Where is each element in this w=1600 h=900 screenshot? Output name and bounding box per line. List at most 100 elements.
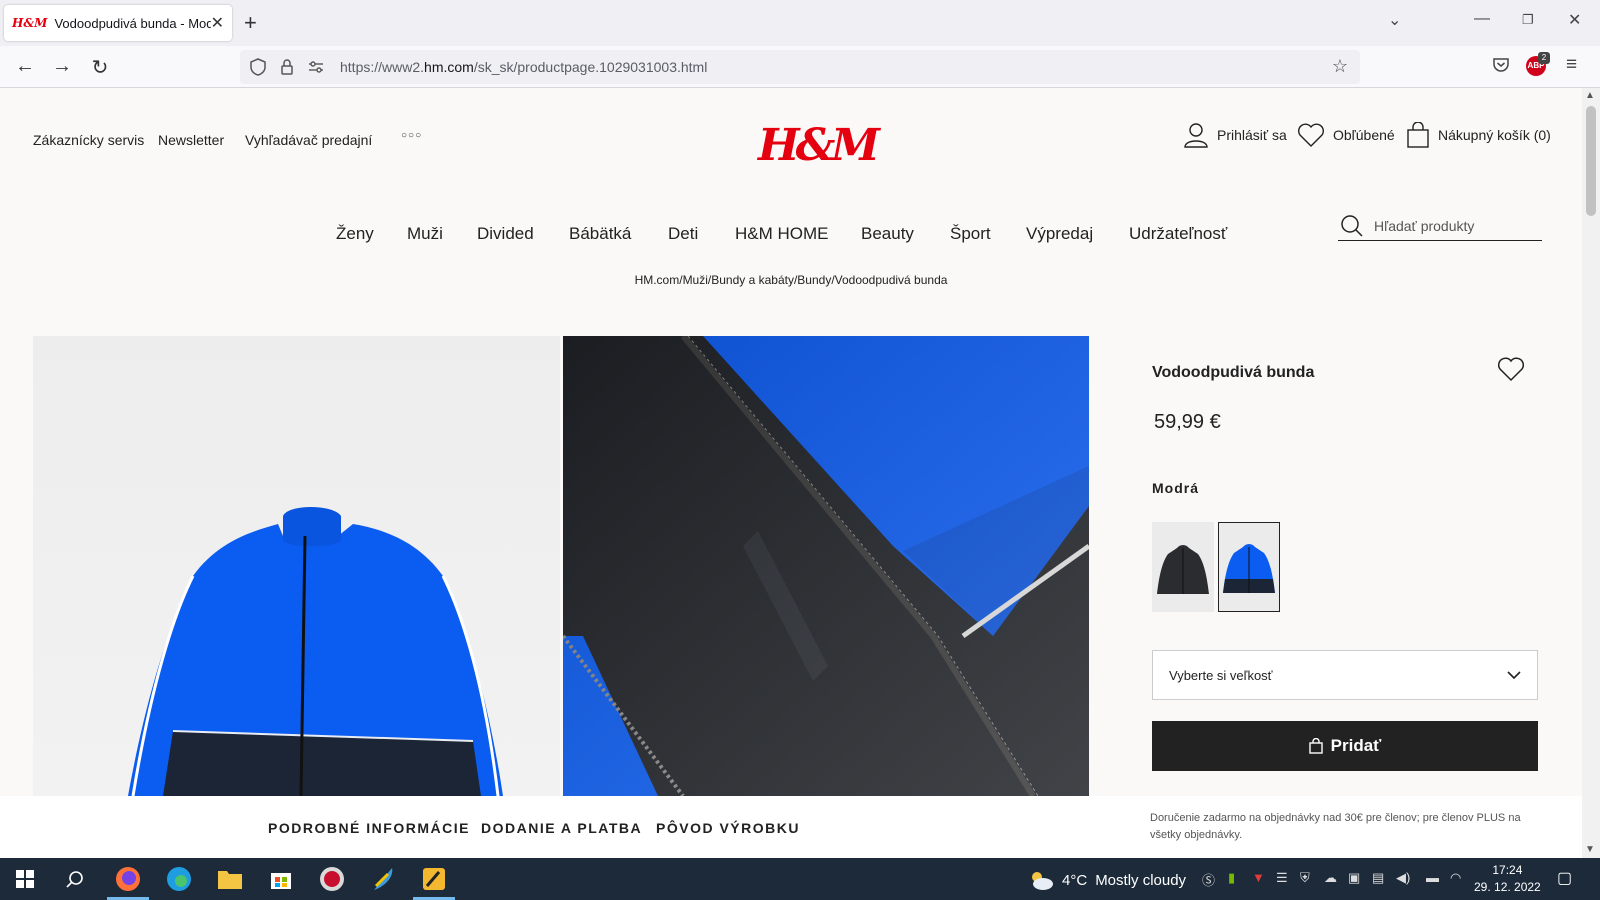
wifi-icon[interactable]: ◠ [1450,870,1461,886]
newsletter-link[interactable]: Newsletter [158,132,224,148]
add-to-favorites-heart-icon[interactable] [1497,356,1525,382]
tab-product-details[interactable]: PODROBNÉ INFORMÁCIE [268,820,470,836]
system-clock[interactable]: 17:24 29. 12. 2022 [1474,862,1541,896]
device-icon[interactable]: ▤ [1372,870,1384,886]
nav-babies[interactable]: Bábätká [569,224,631,244]
volume-icon[interactable]: ◀) [1396,870,1410,886]
back-icon[interactable]: ← [13,55,37,78]
restore-icon[interactable]: ❐ [1522,12,1534,28]
scroll-thumb[interactable] [1586,106,1596,216]
url-path: /sk_sk/productpage.1029031003.html [473,59,708,75]
scroll-up-arrow-icon[interactable]: ▲ [1585,90,1595,101]
defender-shield-icon[interactable]: ⛨ [1300,870,1310,886]
page-viewport: Zákaznícky servis Newsletter Vyhľadávač … [0,88,1582,858]
nav-beauty[interactable]: Beauty [861,224,914,244]
close-tab-icon[interactable]: ✕ [211,13,224,33]
nav-kids[interactable]: Deti [668,224,698,244]
nav-sport[interactable]: Šport [950,224,991,244]
nav-women[interactable]: Ženy [336,224,374,244]
search-input[interactable] [1374,217,1534,234]
reload-icon[interactable]: ↻ [88,55,112,80]
tab-title: Vodoodpudivá bunda - Modrá [54,15,211,31]
minimize-icon[interactable]: — [1474,10,1490,28]
size-select[interactable]: Vyberte si veľkosť [1152,650,1538,700]
hm-favicon-icon: H&M [12,16,48,30]
new-tab-icon[interactable]: + [244,10,257,36]
url-domain: hm.com [424,59,474,75]
browser-toolbar: ← → ↻ https://www2.hm.com/sk_sk/productp… [0,46,1600,88]
breadcrumb[interactable]: HM.com/Muži/Bundy a kabáty/Bundy/Vodoodp… [0,273,1582,287]
clock-time: 17:24 [1492,863,1523,877]
page-scrollbar[interactable]: ▲ ▼ [1582,88,1600,858]
scroll-down-arrow-icon[interactable]: ▼ [1585,844,1595,855]
forward-icon[interactable]: → [50,55,74,78]
notification-tray-icon[interactable]: ☰ [1276,870,1288,886]
display-icon[interactable]: ▣ [1348,870,1360,886]
browser-tab[interactable]: H&M Vodoodpudivá bunda - Modrá ✕ [4,5,232,41]
shield-icon [250,58,266,76]
favorites-label: Obľúbené [1333,127,1395,143]
pocket-icon[interactable] [1492,56,1510,74]
search-icon[interactable] [1340,214,1364,238]
color-label: Modrá [1152,480,1199,496]
nav-men[interactable]: Muži [407,224,443,244]
customer-service-link[interactable]: Zákaznícky servis [33,132,144,148]
more-dots-icon[interactable]: ○○○ [401,130,422,141]
file-explorer-icon[interactable] [215,864,245,894]
windows-start-icon[interactable] [10,864,40,894]
app-red-circle-icon[interactable] [317,864,347,894]
skype-icon[interactable]: Ⓢ [1202,870,1215,889]
tab-delivery-payment[interactable]: DODANIE A PLATBA [481,820,642,836]
store-locator-link[interactable]: Vyhľadávač predajní [245,132,372,148]
microsoft-store-icon[interactable] [266,864,296,894]
login-link[interactable]: Prihlásiť sa [1183,122,1287,148]
delivery-note: Doručenie zadarmo na objednávky nad 30€ … [1150,812,1521,841]
nav-sustainability[interactable]: Udržateľnosť [1129,224,1227,244]
product-title: Vodoodpudivá bunda [1152,364,1315,381]
app-feather-icon[interactable] [368,864,398,894]
action-center-icon[interactable]: ▢ [1557,868,1572,888]
size-select-label: Vyberte si veľkosť [1169,667,1273,683]
permissions-icon[interactable] [308,60,324,74]
login-label: Prihlásiť sa [1217,127,1287,143]
bag-icon [1308,738,1323,754]
cart-link[interactable]: Nákupný košík (0) [1406,122,1551,148]
hm-logo[interactable]: H&M [758,120,880,171]
blue-jacket-thumbnail [1223,544,1275,593]
lock-icon [281,59,293,75]
nav-sale[interactable]: Výpredaj [1026,224,1093,244]
firefox-icon[interactable] [113,864,143,894]
address-bar[interactable]: https://www2.hm.com/sk_sk/productpage.10… [240,50,1360,84]
tab-product-origin[interactable]: PÔVOD VÝROBKU [656,820,800,836]
color-swatch-black[interactable] [1152,522,1214,612]
window-close-icon[interactable]: ✕ [1568,10,1581,30]
add-to-cart-button[interactable]: Pridať [1152,721,1538,771]
cloudy-weather-icon [1032,872,1053,890]
nav-divided[interactable]: Divided [477,224,534,244]
onedrive-cloud-icon[interactable]: ☁ [1324,870,1337,886]
user-icon [1184,123,1208,148]
weather-widget[interactable]: 4°C Mostly cloudy [1028,869,1186,891]
bookmark-star-icon[interactable]: ☆ [1332,56,1348,77]
add-to-cart-label: Pridať [1330,736,1382,755]
antivirus-icon[interactable]: ▼ [1252,870,1265,885]
app-pencil-icon[interactable] [419,864,449,894]
edge-icon[interactable] [164,864,194,894]
product-image-detail[interactable] [563,336,1089,796]
weather-text: Mostly cloudy [1095,871,1187,889]
jacket-front-illustration [128,507,503,796]
windows-taskbar: 4°C Mostly cloudy Ⓢ ▮ ▼ ☰ ⛨ ☁ ▣ ▤ ◀) ▬ ◠… [0,858,1600,900]
nav-home[interactable]: H&M HOME [735,224,829,244]
browser-tab-bar: H&M Vodoodpudivá bunda - Modrá ✕ + ⌄ — ❐… [0,0,1600,46]
battery-icon[interactable]: ▬ [1426,870,1439,885]
product-image-front[interactable] [33,336,560,796]
search-icon[interactable] [60,864,90,894]
url-prefix: https://www2. [340,59,425,75]
color-swatch-blue[interactable] [1218,522,1280,612]
chevron-down-icon [1507,670,1521,679]
nvidia-icon[interactable]: ▮ [1228,870,1235,886]
tab-list-chevron-icon[interactable]: ⌄ [1388,10,1401,30]
url-text: https://www2.hm.com/sk_sk/productpage.10… [340,59,707,75]
menu-hamburger-icon[interactable]: ≡ [1566,54,1577,76]
favorites-link[interactable]: Obľúbené [1297,122,1395,148]
